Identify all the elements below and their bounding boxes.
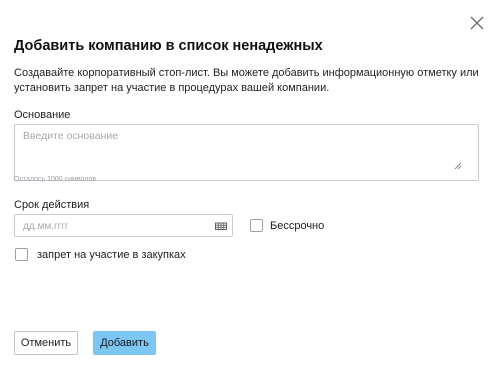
ban-participation-checkbox[interactable] [15, 248, 28, 261]
add-unreliable-company-dialog: Добавить компанию в список ненадежных Со… [0, 0, 500, 369]
indefinite-checkbox[interactable] [250, 219, 263, 232]
reason-char-counter: Осталось 1000 символов [14, 176, 97, 183]
cancel-button[interactable]: Отменить [14, 331, 78, 355]
validity-label: Срок действия [14, 199, 90, 211]
validity-date-field[interactable] [14, 214, 233, 237]
dialog-title: Добавить компанию в список ненадежных [14, 38, 323, 54]
dialog-description: Создавайте корпоративный стоп-лист. Вы м… [14, 67, 479, 94]
reason-label: Основание [14, 109, 71, 121]
calendar-icon[interactable] [215, 222, 227, 230]
ban-participation-label[interactable]: запрет на участие в закупках [37, 249, 186, 261]
indefinite-label[interactable]: Бессрочно [270, 220, 324, 232]
close-icon[interactable] [468, 14, 486, 32]
reason-textarea[interactable] [14, 124, 479, 181]
add-button[interactable]: Добавить [93, 331, 156, 355]
validity-date-input[interactable] [23, 218, 203, 234]
